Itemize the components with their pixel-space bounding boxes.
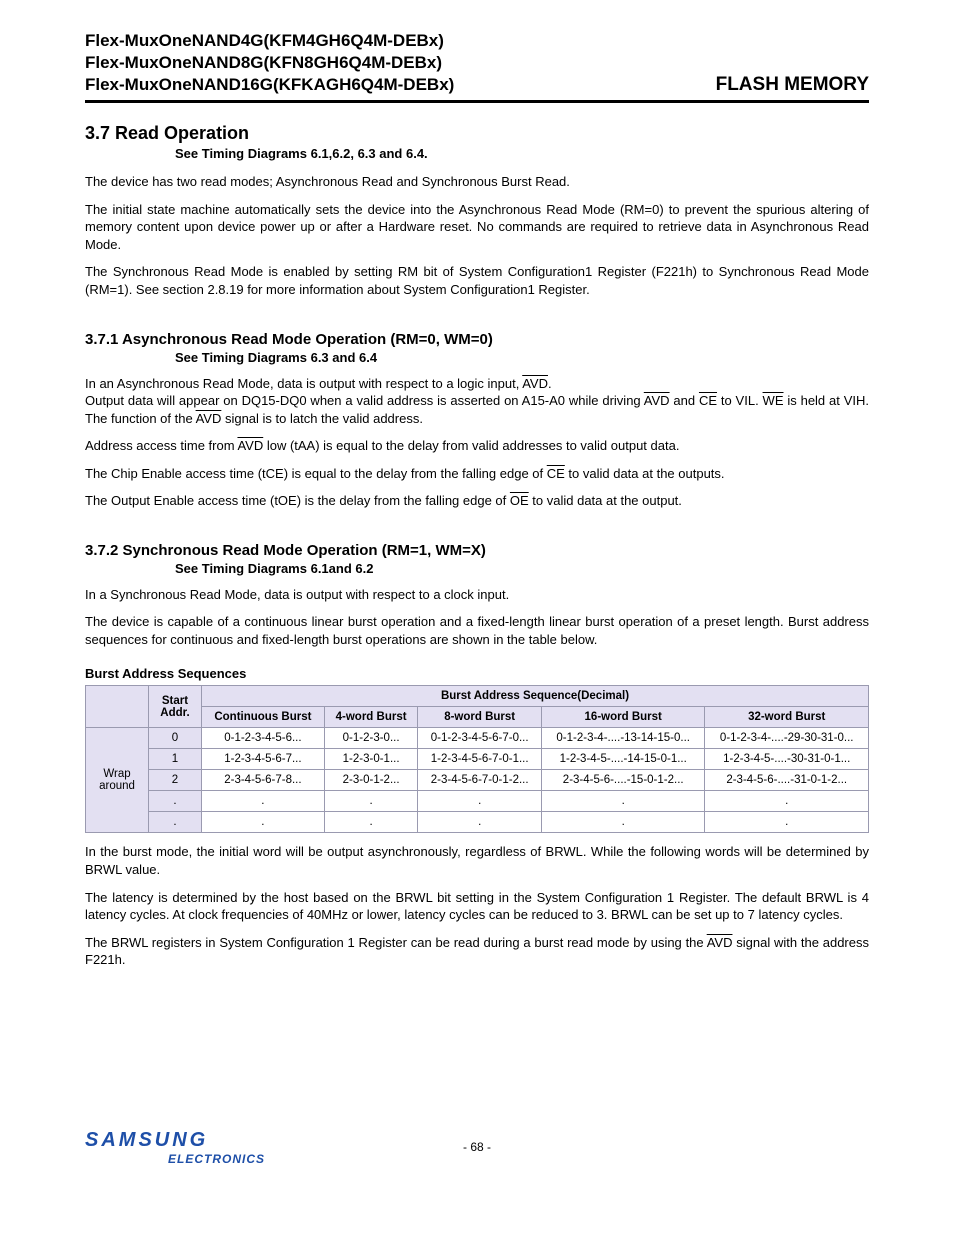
section-3-7-see: See Timing Diagrams 6.1,6.2, 6.3 and 6.4… — [175, 146, 869, 161]
page-footer: SAMSUNG ELECTRONICS - 68 - — [85, 1129, 869, 1166]
section-3-7-2-see: See Timing Diagrams 6.1and 6.2 — [175, 561, 869, 576]
col-burst-seq: Burst Address Sequence(Decimal) — [202, 686, 869, 707]
s371-p3: Address access time from AVD low (tAA) i… — [85, 437, 869, 455]
row-wrap-around: Wrap around — [86, 728, 149, 833]
section-3-7-1-see: See Timing Diagrams 6.3 and 6.4 — [175, 350, 869, 365]
page-header: Flex-MuxOneNAND4G(KFM4GH6Q4M-DEBx) Flex-… — [85, 30, 869, 103]
col-start-addr: Start Addr. — [149, 686, 202, 728]
page-number: - 68 - — [265, 1140, 689, 1154]
signal-avd: AVD — [237, 438, 263, 453]
table-row: 1 1-2-3-4-5-6-7... 1-2-3-0-1... 1-2-3-4-… — [86, 749, 869, 770]
s371-p5: The Output Enable access time (tOE) is t… — [85, 492, 869, 510]
logo-sub-text: ELECTRONICS — [85, 1152, 265, 1166]
table-row: Wrap around 0 0-1-2-3-4-5-6... 0-1-2-3-0… — [86, 728, 869, 749]
header-left: Flex-MuxOneNAND4G(KFM4GH6Q4M-DEBx) Flex-… — [85, 30, 454, 96]
col-32word: 32-word Burst — [705, 707, 869, 728]
s371-p4: The Chip Enable access time (tCE) is equ… — [85, 465, 869, 483]
section-3-7-1-title: 3.7.1 Asynchronous Read Mode Operation (… — [85, 331, 869, 348]
s371-p1: In an Asynchronous Read Mode, data is ou… — [85, 375, 869, 428]
s372-p5: The BRWL registers in System Configurati… — [85, 934, 869, 969]
signal-we: WE — [763, 393, 784, 408]
signal-avd: AVD — [522, 376, 548, 391]
samsung-logo: SAMSUNG ELECTRONICS — [85, 1129, 265, 1166]
signal-oe: OE — [510, 493, 529, 508]
col-continuous: Continuous Burst — [202, 707, 325, 728]
s37-p1: The device has two read modes; Asynchron… — [85, 173, 869, 191]
signal-ce: CE — [699, 393, 717, 408]
col-8word: 8-word Burst — [418, 707, 542, 728]
burst-address-table: Start Addr. Burst Address Sequence(Decim… — [85, 685, 869, 833]
s37-p3: The Synchronous Read Mode is enabled by … — [85, 263, 869, 298]
section-3-7-title: 3.7 Read Operation — [85, 123, 869, 144]
col-16word: 16-word Burst — [541, 707, 705, 728]
s372-p4: The latency is determined by the host ba… — [85, 889, 869, 924]
section-3-7-2-title: 3.7.2 Synchronous Read Mode Operation (R… — [85, 542, 869, 559]
header-line2: Flex-MuxOneNAND8G(KFN8GH6Q4M-DEBx) — [85, 52, 454, 74]
table-row: . . . . . . — [86, 791, 869, 812]
signal-ce: CE — [547, 466, 565, 481]
s37-p2: The initial state machine automatically … — [85, 201, 869, 254]
table-row: . . . . . . — [86, 812, 869, 833]
signal-avd: AVD — [644, 393, 670, 408]
col-4word: 4-word Burst — [324, 707, 418, 728]
s372-p2: The device is capable of a continuous li… — [85, 613, 869, 648]
s372-p3: In the burst mode, the initial word will… — [85, 843, 869, 878]
burst-table-caption: Burst Address Sequences — [85, 666, 869, 681]
signal-avd: AVD — [707, 935, 733, 950]
header-line3: Flex-MuxOneNAND16G(KFKAGH6Q4M-DEBx) — [85, 74, 454, 96]
signal-avd: AVD — [196, 411, 222, 426]
header-line1: Flex-MuxOneNAND4G(KFM4GH6Q4M-DEBx) — [85, 30, 454, 52]
table-row: 2 2-3-4-5-6-7-8... 2-3-0-1-2... 2-3-4-5-… — [86, 770, 869, 791]
s372-p1: In a Synchronous Read Mode, data is outp… — [85, 586, 869, 604]
header-right: FLASH MEMORY — [716, 74, 869, 96]
logo-main-text: SAMSUNG — [85, 1129, 265, 1152]
